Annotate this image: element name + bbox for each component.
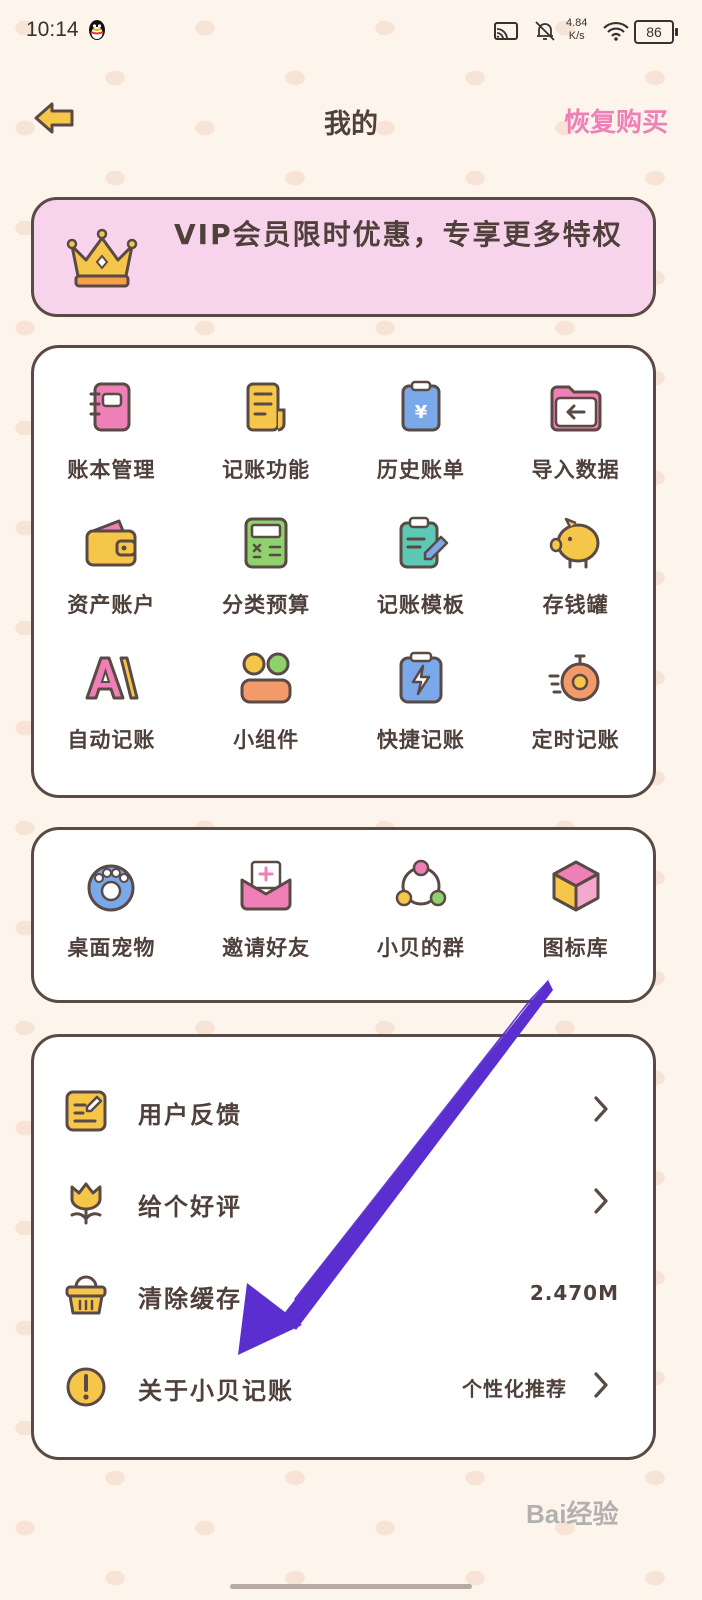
extras-grid-card: 桌面宠物 邀请好友 小贝的群 图标库: [31, 827, 656, 1003]
extra-invite-friends[interactable]: 邀请好友: [189, 846, 344, 986]
wifi-icon: [603, 21, 629, 41]
list-item-clear-cache[interactable]: 清除缓存 2.470M: [34, 1249, 653, 1341]
feature-label: 定时记账: [531, 728, 620, 752]
extra-icon-library[interactable]: 图标库: [498, 846, 653, 986]
feature-label: 分类预算: [222, 593, 311, 617]
feature-grid: 账本管理 记账功能 ¥ 历史账单 导入数据 资产账户 分类预算 记账模板 存钱罐…: [34, 348, 653, 795]
feedback-edit-icon: [65, 1090, 107, 1132]
feature-auto-bookkeeping[interactable]: 自动记账: [34, 638, 189, 773]
personalized-recommendation: 个性化推荐: [462, 1377, 567, 1401]
screen-cast-icon: [494, 22, 518, 40]
feature-import-data[interactable]: 导入数据: [498, 368, 653, 503]
feature-bookkeeping-template[interactable]: 记账模板: [344, 503, 499, 638]
feature-label: 记账模板: [376, 593, 465, 617]
feature-label: 导入数据: [531, 458, 620, 482]
ledger-book-icon: [89, 382, 131, 432]
auto-ai-icon: [85, 656, 139, 700]
crown-icon: [66, 228, 138, 288]
feature-label: 资产账户: [67, 593, 156, 617]
extra-label: 小贝的群: [376, 936, 465, 960]
feature-piggy-bank[interactable]: 存钱罐: [498, 503, 653, 638]
template-clipboard-icon: [399, 516, 449, 569]
cache-size: 2.470M: [529, 1281, 619, 1305]
feature-ledger-management[interactable]: 账本管理: [34, 368, 189, 503]
paw-icon: [87, 864, 135, 912]
vip-banner-text: VIP会员限时优惠，专享更多特权: [174, 218, 623, 251]
feature-label: 存钱罐: [542, 593, 609, 617]
chevron-right-icon: [594, 1096, 608, 1122]
cube-icon: [552, 860, 600, 912]
group-icon: [395, 859, 447, 907]
feature-label: 小组件: [233, 728, 300, 752]
extra-label: 图标库: [542, 936, 609, 960]
basket-icon: [65, 1275, 107, 1315]
feature-grid-card: 账本管理 记账功能 ¥ 历史账单 导入数据 资产账户 分类预算 记账模板 存钱罐…: [31, 345, 656, 798]
calculator-icon: [244, 517, 288, 569]
feature-history-bill[interactable]: ¥ 历史账单: [344, 368, 499, 503]
feature-widget[interactable]: 小组件: [189, 638, 344, 773]
feature-asset-account[interactable]: 资产账户: [34, 503, 189, 638]
feature-label: 记账功能: [222, 458, 311, 482]
piggy-bank-icon: [549, 517, 600, 569]
info-icon: [66, 1367, 106, 1407]
extras-grid: 桌面宠物 邀请好友 小贝的群 图标库: [34, 830, 653, 1000]
invite-envelope-icon: [240, 860, 292, 911]
extra-desktop-pet[interactable]: 桌面宠物: [34, 846, 189, 986]
list-item-rate[interactable]: 给个好评: [34, 1157, 653, 1249]
home-indicator[interactable]: [230, 1584, 472, 1589]
net-speed-value: 4.84: [566, 17, 588, 29]
list-item-label: 关于小贝记账: [138, 1377, 294, 1405]
feature-label: 账本管理: [67, 458, 156, 482]
wallet-icon: [85, 519, 137, 567]
feature-quick-bookkeeping[interactable]: 快捷记账: [344, 638, 499, 773]
restore-purchase-button[interactable]: 恢复购买: [564, 102, 668, 139]
quick-bolt-icon: [399, 651, 443, 704]
qq-penguin-icon: [89, 20, 105, 40]
list-item-label: 清除缓存: [138, 1285, 242, 1313]
tulip-icon: [70, 1182, 102, 1225]
list-item-feedback[interactable]: 用户反馈: [34, 1065, 653, 1157]
history-bill-icon: ¥: [401, 380, 441, 432]
battery-indicator: 86: [634, 20, 678, 44]
list-item-label: 用户反馈: [138, 1101, 242, 1129]
import-folder-icon: [550, 385, 602, 432]
status-time: 10:14: [26, 18, 79, 41]
baidu-watermark: Bai经验: [526, 1499, 619, 1529]
net-speed-unit: K/s: [568, 30, 585, 42]
header: 我的 恢复购买: [0, 90, 702, 150]
feature-label: 自动记账: [67, 728, 156, 752]
net-speed: 4.84 K/s: [566, 17, 587, 43]
extra-group[interactable]: 小贝的群: [344, 846, 499, 986]
feature-bookkeeping[interactable]: 记账功能: [189, 368, 344, 503]
widget-icon: [240, 652, 292, 704]
chevron-right-icon: [594, 1372, 608, 1398]
timer-icon: [548, 654, 600, 702]
feature-category-budget[interactable]: 分类预算: [189, 503, 344, 638]
feature-scheduled-bookkeeping[interactable]: 定时记账: [498, 638, 653, 773]
bookkeeping-doc-icon: [246, 382, 286, 432]
extra-label: 邀请好友: [222, 936, 311, 960]
mute-bell-icon: [535, 21, 555, 41]
extra-label: 桌面宠物: [67, 936, 156, 960]
feature-label: 快捷记账: [376, 728, 465, 752]
status-bar: 10:14 4.84 K/s 86: [0, 0, 702, 64]
feature-label: 历史账单: [376, 458, 465, 482]
chevron-right-icon: [594, 1188, 608, 1214]
settings-list-card: 用户反馈 给个好评 清除缓存 2.470M 关于小贝记账 个性化推荐: [31, 1034, 656, 1460]
list-item-label: 给个好评: [138, 1193, 242, 1221]
vip-banner[interactable]: VIP会员限时优惠，专享更多特权: [31, 197, 656, 317]
list-item-about[interactable]: 关于小贝记账 个性化推荐: [34, 1341, 653, 1433]
svg-text:¥: ¥: [415, 402, 428, 423]
